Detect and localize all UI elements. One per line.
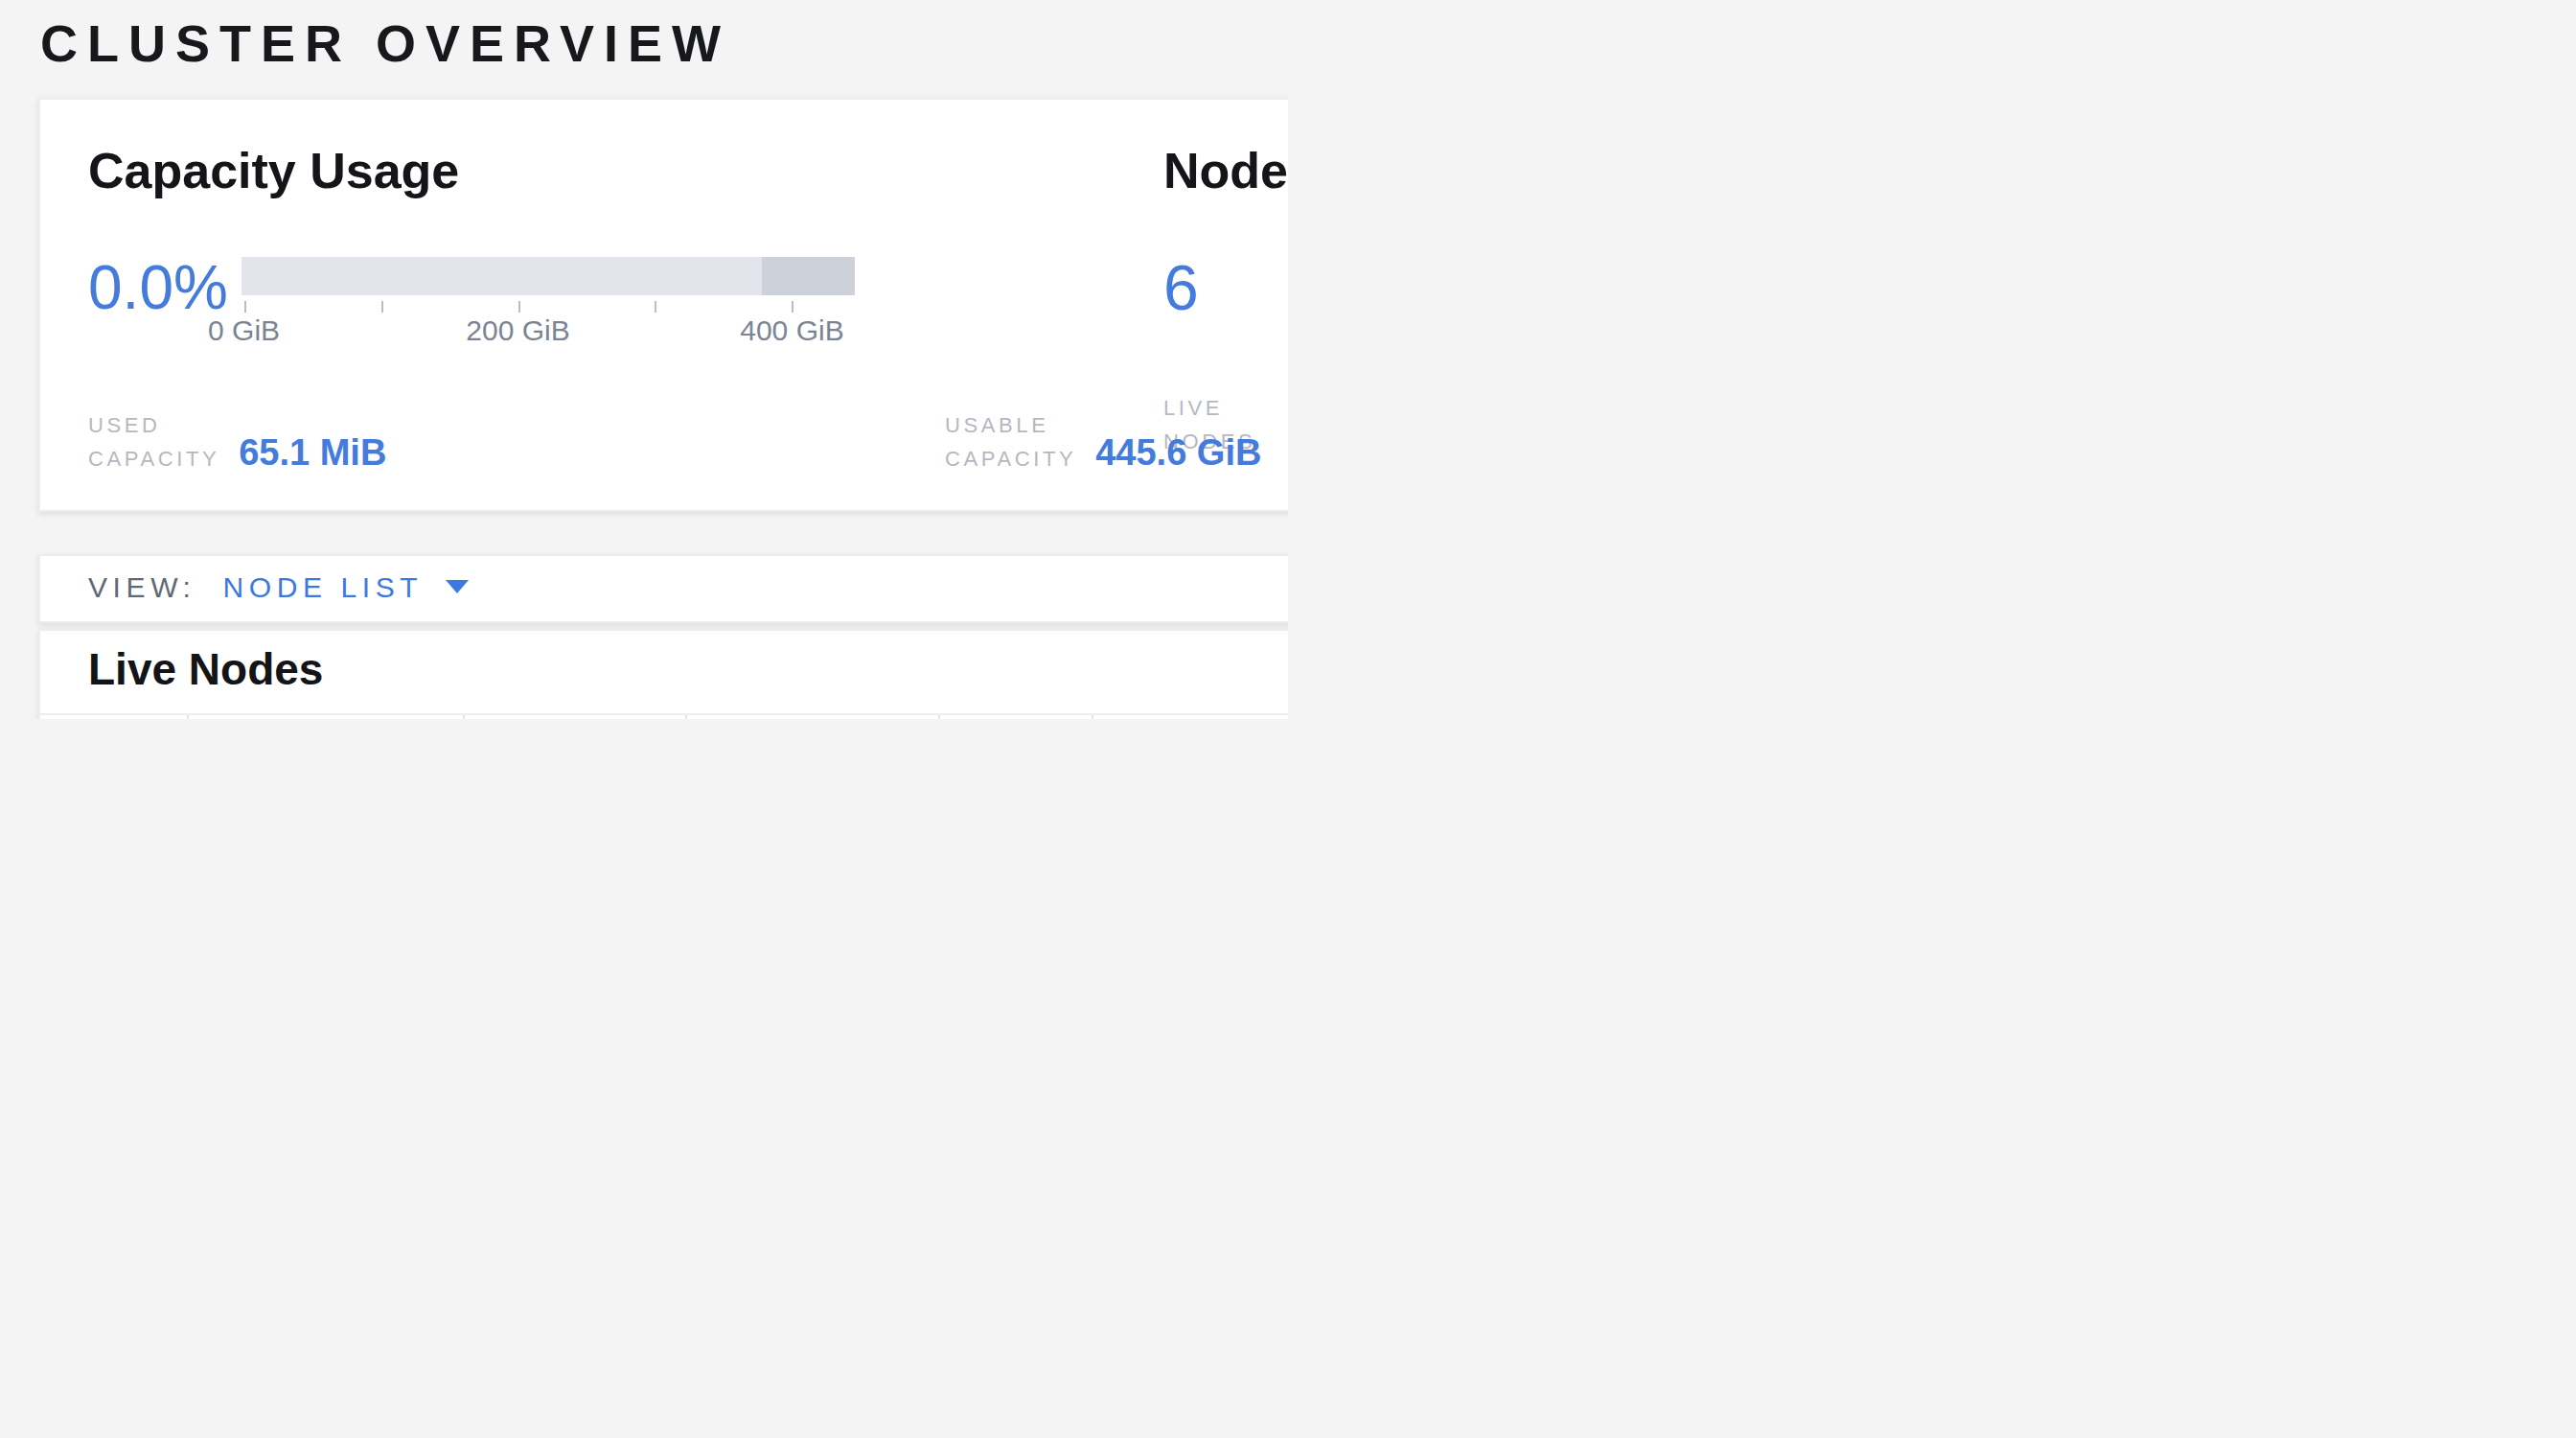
table-header-row: IDADDRESSUPTIMEREPLICASCPUSCAPACITY USAG… xyxy=(40,714,1288,719)
column-header-address[interactable]: ADDRESS xyxy=(188,714,464,719)
view-selector-bar: VIEW: NODE LIST xyxy=(38,554,1288,623)
live-nodes-table: IDADDRESSUPTIMEREPLICASCPUSCAPACITY USAG… xyxy=(40,713,1288,719)
cluster-overview-page: CLUSTER OVERVIEW Capacity Usage Node Sta… xyxy=(0,0,1288,719)
column-header-replicas[interactable]: REPLICAS xyxy=(686,714,939,719)
axis-tick xyxy=(244,301,246,313)
live-nodes-card: Live Nodes IDADDRESSUPTIMEREPLICASCPUSCA… xyxy=(38,629,1288,719)
page-title: CLUSTER OVERVIEW xyxy=(40,13,730,73)
axis-tick xyxy=(655,301,656,313)
capacity-stat-value: 65.1 MiB xyxy=(239,429,386,475)
axis-tick xyxy=(518,301,520,313)
view-label: VIEW: xyxy=(88,571,196,603)
capacity-stat-used: USEDCAPACITY 65.1 MiB xyxy=(88,408,386,475)
column-header-id[interactable]: ID xyxy=(40,714,188,719)
chevron-down-icon[interactable] xyxy=(446,580,469,593)
cluster-summary-card: Capacity Usage Node Status Replication S… xyxy=(38,98,1288,512)
live-nodes-title: Live Nodes xyxy=(88,640,323,698)
capacity-usage-title: Capacity Usage xyxy=(88,140,459,201)
axis-tick-label: 0 GiB xyxy=(208,314,280,347)
node-status-title: Node Status xyxy=(1163,140,1288,201)
capacity-bar: 0 GiB200 GiB400 GiB xyxy=(242,257,855,353)
axis-tick-label: 200 GiB xyxy=(466,314,569,347)
axis-tick xyxy=(381,301,383,313)
column-header-cpus: CPUS xyxy=(939,714,1092,719)
capacity-bar-track xyxy=(242,257,855,295)
capacity-stat-label: USEDCAPACITY xyxy=(88,408,219,475)
column-header-capacity-usage[interactable]: CAPACITY USAGE xyxy=(1092,714,1288,719)
capacity-bar-other-segment xyxy=(762,257,855,295)
capacity-stat-label: USABLECAPACITY xyxy=(945,408,1076,475)
view-dropdown[interactable]: NODE LIST xyxy=(222,571,423,603)
capacity-axis-ticks xyxy=(242,301,855,313)
axis-tick-label: 400 GiB xyxy=(740,314,843,347)
capacity-stat-value: 445.6 GiB xyxy=(1095,429,1261,475)
axis-tick xyxy=(792,301,794,313)
stat-value: 6 xyxy=(1163,245,1255,330)
column-header-uptime[interactable]: UPTIME xyxy=(464,714,686,719)
capacity-stat-usable: USABLECAPACITY 445.6 GiB xyxy=(945,408,1261,475)
capacity-axis-labels: 0 GiB200 GiB400 GiB xyxy=(242,314,855,353)
capacity-gauge: 0.0% 0 GiB200 GiB400 GiB xyxy=(88,245,855,353)
